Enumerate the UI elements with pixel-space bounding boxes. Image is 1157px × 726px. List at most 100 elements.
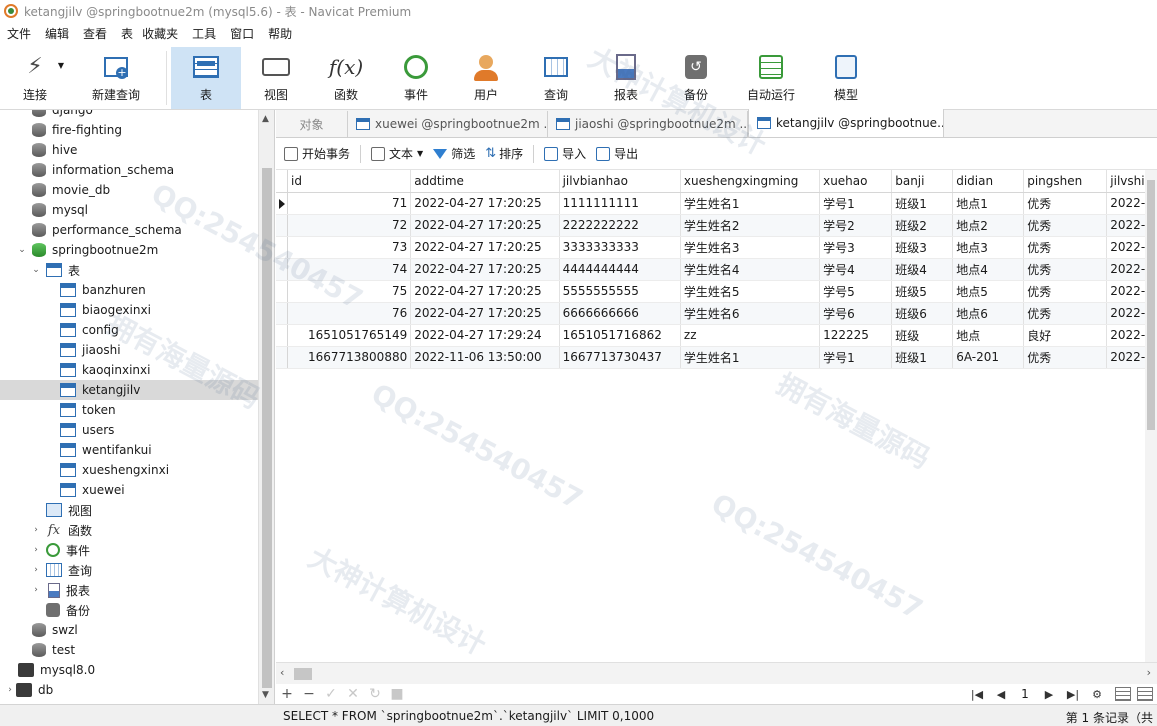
import-button[interactable]: 导入 [544,145,586,162]
grid-vertical-scrollbar[interactable] [1145,170,1157,662]
column-header-pingshen[interactable]: pingshen [1023,170,1108,193]
table-cell[interactable]: 2022-04-27 17:20:25 [410,302,560,325]
tree-table-item[interactable]: jiaoshi [0,340,274,360]
table-cell[interactable]: 4444444444 [559,258,681,281]
table-cell[interactable]: 学生姓名6 [680,302,821,325]
table-cell[interactable]: 2022-04-27 17:29:24 [410,324,560,347]
table-cell[interactable]: 73 [287,236,412,259]
next-page-icon[interactable]: ▶ [1037,688,1061,701]
table-cell[interactable]: 地点6 [952,302,1025,325]
chevron-right-icon[interactable]: › [4,685,16,695]
table-cell[interactable]: 班级5 [891,280,954,303]
tree-reports-group[interactable]: › 报表 [0,580,274,600]
menu-file[interactable]: 文件 [0,22,38,46]
table-cell[interactable]: 学号3 [819,236,893,259]
table-cell[interactable]: 优秀 [1023,236,1108,259]
tab-objects[interactable]: 对象 [276,111,348,137]
tree-backup-group[interactable]: 备份 [0,600,274,620]
tables-button[interactable]: 表 [171,47,241,109]
tree-table-item[interactable]: xuewei [0,480,274,500]
chevron-right-icon[interactable]: › [30,585,42,595]
table-cell[interactable]: 地点3 [952,236,1025,259]
menu-favorites[interactable]: 收藏夹 [135,22,185,46]
table-cell[interactable]: 学生姓名5 [680,280,821,303]
delete-record-icon[interactable]: − [298,686,320,702]
tree-db-springbootnue2m[interactable]: ⌄ springbootnue2m [0,240,274,260]
table-cell[interactable]: 122225 [819,324,893,347]
tree-db-django[interactable]: django [0,110,274,120]
tab-jiaoshi[interactable]: jiaoshi @springbootnue2m ... [548,111,748,137]
add-record-icon[interactable]: + [276,686,298,702]
tree-table-item[interactable]: config [0,320,274,340]
table-cell[interactable]: 2022-11-06 13:50:00 [410,346,560,369]
column-header-xuehao[interactable]: xuehao [819,170,893,193]
tree-connection-db[interactable]: › db [0,680,274,700]
tab-ketangjilv[interactable]: ketangjilv @springbootnue... [748,109,944,137]
table-cell[interactable]: 2022-04-27 17:20:25 [410,280,560,303]
tree-tables-group[interactable]: ⌄ 表 [0,260,274,280]
table-cell[interactable]: 75 [287,280,412,303]
table-cell[interactable]: 优秀 [1023,214,1108,237]
row-selector[interactable] [276,346,288,369]
tree-table-item[interactable]: users [0,420,274,440]
table-cell[interactable]: 2022-04-27 17:20:25 [410,192,560,215]
tree-connection-mysql8[interactable]: mysql8.0 [0,660,274,680]
column-header-jilvbianhao[interactable]: jilvbianhao [559,170,681,193]
table-row[interactable]: 1651051765149 2022-04-27 17:29:24 165105… [276,324,1157,347]
chevron-right-icon[interactable]: › [30,545,42,555]
grid-horizontal-scrollbar-thumb[interactable] [294,668,312,680]
row-selector[interactable] [276,258,288,281]
text-button[interactable]: 文本 ▼ [371,145,423,162]
dropdown-arrow-icon[interactable]: ▼ [58,61,64,70]
tree-table-item[interactable]: token [0,400,274,420]
export-button[interactable]: 导出 [596,145,638,162]
table-cell[interactable]: 优秀 [1023,258,1108,281]
table-cell[interactable]: 班级 [891,324,954,347]
discard-changes-icon[interactable]: ✕ [342,686,364,702]
table-cell[interactable]: 优秀 [1023,346,1108,369]
table-cell[interactable]: 地点4 [952,258,1025,281]
table-cell[interactable]: 6666666666 [559,302,681,325]
table-row[interactable]: 74 2022-04-27 17:20:25 4444444444 学生姓名4 … [276,258,1157,281]
row-selector[interactable] [276,324,288,347]
table-cell[interactable]: 优秀 [1023,192,1108,215]
tree-db-information-schema[interactable]: information_schema [0,160,274,180]
tree-views-group[interactable]: 视图 [0,500,274,520]
column-header-id[interactable]: id [287,170,412,193]
model-button[interactable]: 模型 [811,47,881,109]
table-row[interactable]: 75 2022-04-27 17:20:25 5555555555 学生姓名5 … [276,280,1157,303]
scroll-up-icon[interactable]: ▲ [262,114,269,124]
table-cell[interactable]: 班级3 [891,236,954,259]
table-cell[interactable]: 学生姓名1 [680,192,821,215]
table-cell[interactable]: 1651051765149 [287,324,412,347]
table-cell[interactable]: 1111111111 [559,192,681,215]
table-cell[interactable]: 学生姓名3 [680,236,821,259]
table-cell[interactable]: zz [680,324,821,347]
queries-button[interactable]: 查询 [521,47,591,109]
table-cell[interactable]: 地点1 [952,192,1025,215]
table-cell[interactable]: 学生姓名1 [680,346,821,369]
tab-xuewei[interactable]: xuewei @springbootnue2m ... [348,111,548,137]
table-row[interactable]: 76 2022-04-27 17:20:25 6666666666 学生姓名6 … [276,302,1157,325]
tree-table-item[interactable]: biaogexinxi [0,300,274,320]
tree-db-mysql[interactable]: mysql [0,200,274,220]
table-cell[interactable]: 优秀 [1023,280,1108,303]
tree-scrollbar[interactable]: ▲ ▼ [258,110,274,704]
grid-horizontal-scrollbar[interactable]: ‹ › [276,662,1157,684]
row-selector-arrow-icon[interactable] [276,192,288,215]
chevron-right-icon[interactable]: › [30,525,42,535]
menu-view[interactable]: 查看 [76,22,114,46]
row-selector[interactable] [276,214,288,237]
stop-icon[interactable]: ■ [386,686,408,702]
begin-transaction-button[interactable]: 开始事务 [284,145,350,162]
automation-button[interactable]: 自动运行 [731,47,811,109]
refresh-icon[interactable]: ↻ [364,686,386,702]
row-selector[interactable] [276,280,288,303]
table-cell[interactable]: 6A-201 [952,346,1025,369]
filter-button[interactable]: 筛选 [433,145,475,162]
menu-window[interactable]: 窗口 [223,22,261,46]
apply-changes-icon[interactable]: ✓ [320,686,342,702]
tree-table-item[interactable]: wentifankui [0,440,274,460]
grid-view-icon[interactable] [1115,687,1131,701]
tree-queries-group[interactable]: › 查询 [0,560,274,580]
